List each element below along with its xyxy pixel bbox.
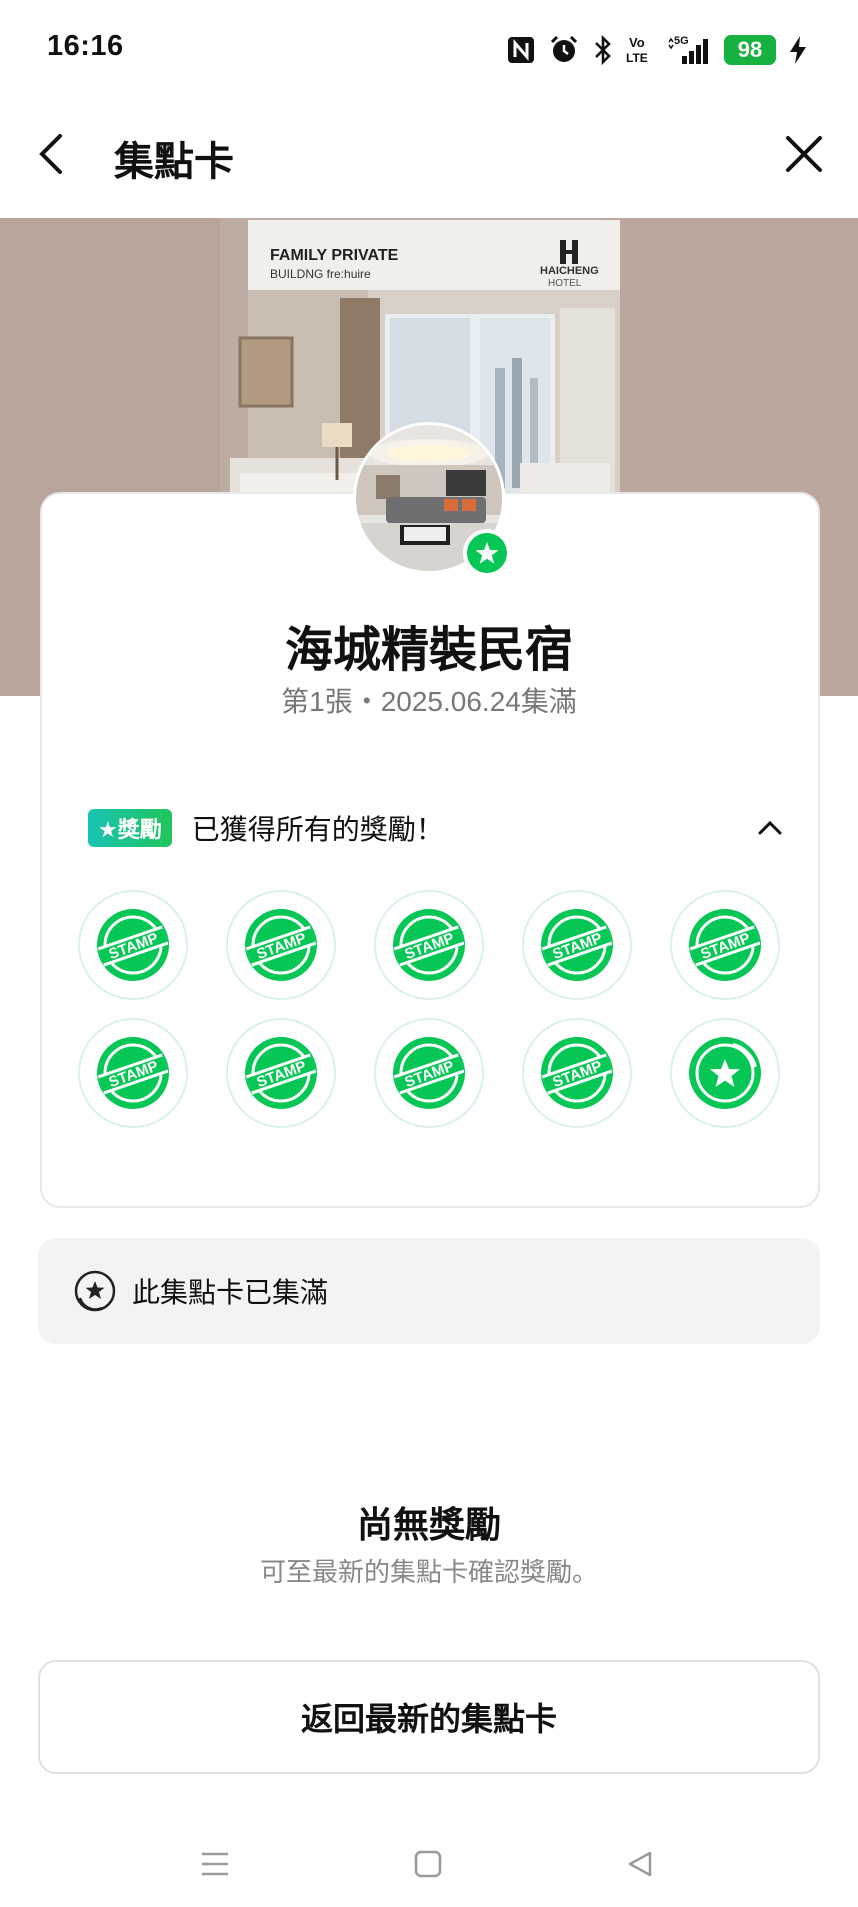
status-time: 16:16 xyxy=(47,30,124,62)
stamp: STAMP xyxy=(374,890,484,1000)
stamp: STAMP xyxy=(78,890,188,1000)
stamp-star xyxy=(670,1018,780,1128)
stamp-complete-icon xyxy=(72,1268,118,1314)
svg-text:Vo: Vo xyxy=(629,35,645,50)
stamp: STAMP xyxy=(374,1018,484,1128)
reward-badge: ★獎勵 xyxy=(88,809,172,847)
battery-icon: 98 xyxy=(724,35,776,65)
signal-5g-icon: 5G xyxy=(668,34,712,66)
recent-apps-button[interactable] xyxy=(193,1842,237,1886)
stamp: STAMP xyxy=(522,890,632,1000)
svg-text:LTE: LTE xyxy=(626,51,648,65)
menu-icon xyxy=(202,1852,228,1876)
collapse-button[interactable] xyxy=(752,810,788,846)
bluetooth-icon xyxy=(592,34,614,66)
volte-icon: Vo LTE xyxy=(626,34,656,66)
card-full-text: 此集點卡已集滿 xyxy=(132,1277,329,1308)
shop-avatar xyxy=(353,422,511,577)
close-button[interactable] xyxy=(776,126,832,182)
stamp: STAMP xyxy=(226,890,336,1000)
back-to-latest-card-button[interactable]: 返回最新的集點卡 xyxy=(38,1660,820,1774)
hero-brand-line2: BUILDNG fre:huire xyxy=(270,267,371,281)
stamp: STAMP xyxy=(78,1018,188,1128)
empty-desc: 可至最新的集點卡確認獎勵。 xyxy=(259,1557,598,1587)
close-icon xyxy=(786,136,822,172)
alarm-icon xyxy=(548,34,580,66)
home-square-icon xyxy=(414,1850,442,1878)
back-button[interactable] xyxy=(26,126,82,182)
back-triangle-icon xyxy=(628,1851,652,1877)
hero-brand-line1: FAMILY PRIVATE xyxy=(270,247,399,264)
status-bar: 16:16 Vo LTE 5G 98 xyxy=(0,0,858,100)
chevron-up-icon xyxy=(758,820,782,835)
hero-logo-text1: HAICHENG xyxy=(540,265,599,277)
system-nav-bar xyxy=(0,1820,858,1907)
reward-text: 已獲得所有的獎勵！ xyxy=(191,814,444,845)
page-title: 集點卡 xyxy=(114,140,234,184)
chevron-left-icon xyxy=(39,134,62,174)
empty-title: 尚無獎勵 xyxy=(356,1504,501,1545)
charging-icon xyxy=(788,34,808,66)
card-meta: 第1張・2025.06.24集滿 xyxy=(281,686,577,717)
shop-name: 海城精裝民宿 xyxy=(284,624,573,677)
nav-bar: 集點卡 xyxy=(0,100,858,218)
stamp: STAMP xyxy=(670,890,780,1000)
reward-row[interactable]: ★獎勵 已獲得所有的獎勵！ xyxy=(88,806,788,850)
home-button[interactable] xyxy=(406,1842,450,1886)
system-back-button[interactable] xyxy=(618,1842,662,1886)
status-icons: Vo LTE 5G 98 xyxy=(506,30,808,70)
svg-text:5G: 5G xyxy=(674,35,689,47)
hero-logo-text2: HOTEL xyxy=(548,278,582,289)
nfc-icon xyxy=(506,35,536,65)
card-full-notice: 此集點卡已集滿 xyxy=(38,1238,820,1344)
stamp: STAMP xyxy=(226,1018,336,1128)
verified-star-icon xyxy=(463,529,511,577)
stamp: STAMP xyxy=(522,1018,632,1128)
